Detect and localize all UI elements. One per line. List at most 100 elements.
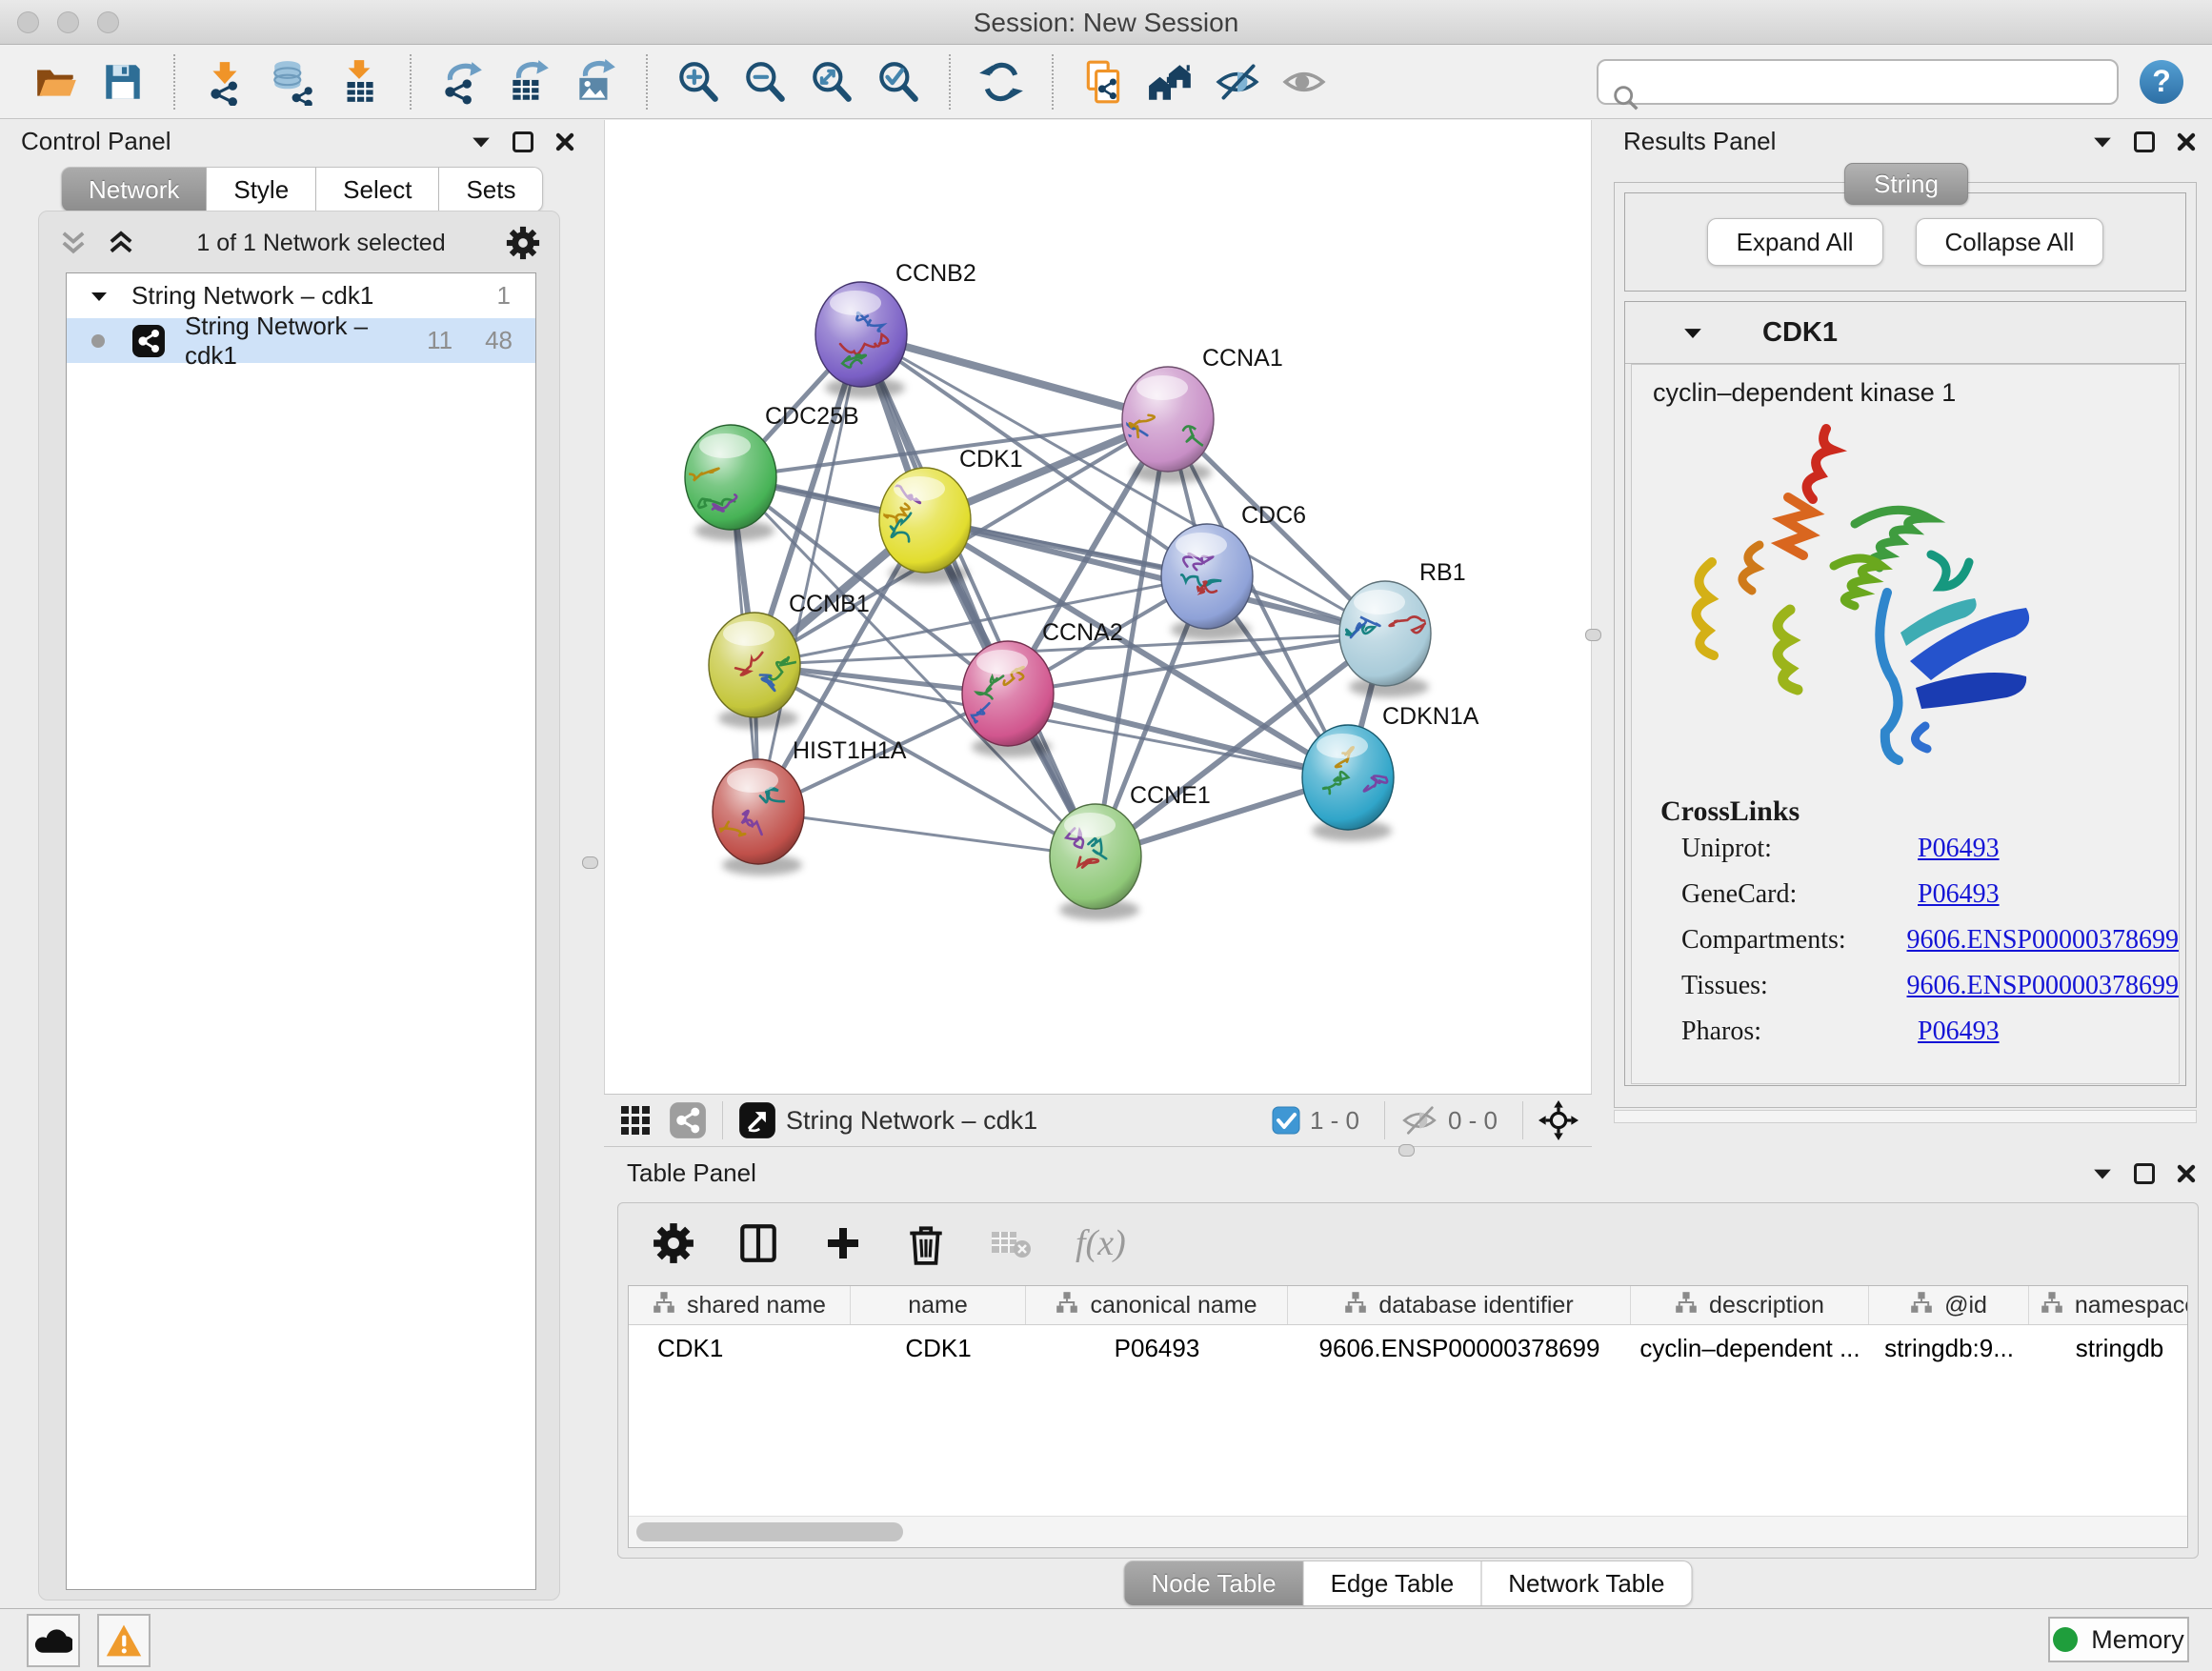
string-results-container: Expand All Collapse All CDK1 cyclin–depe… [1614, 182, 2197, 1108]
warnings-button[interactable] [97, 1614, 151, 1667]
column-header-namespace[interactable]: namespace [2029, 1286, 2188, 1324]
scrollbar-thumb[interactable] [636, 1522, 903, 1541]
hidden-eye-icon[interactable] [1400, 1104, 1438, 1137]
network-node-HIST1H1A[interactable]: HIST1H1A [713, 737, 907, 876]
show-hidden-button[interactable] [1278, 56, 1330, 108]
tree-expand-icon[interactable] [90, 289, 109, 304]
open-in-window-icon[interactable] [738, 1101, 776, 1139]
column-header-database-identifier[interactable]: database identifier [1288, 1286, 1631, 1324]
table-options-gear-icon[interactable] [653, 1222, 694, 1264]
import-network-database-button[interactable] [267, 56, 318, 108]
show-all-networks-button[interactable] [1145, 56, 1196, 108]
left-splitter-handle[interactable] [582, 856, 598, 869]
close-panel-icon[interactable] [554, 131, 575, 152]
apply-layout-button[interactable] [975, 56, 1027, 108]
table-cell[interactable]: CDK1 [629, 1334, 851, 1363]
tab-network-table[interactable]: Network Table [1481, 1560, 1692, 1606]
close-panel-icon[interactable] [2176, 1163, 2197, 1184]
crosslink-link[interactable]: P06493 [1918, 879, 2000, 910]
tab-edge-table[interactable]: Edge Table [1304, 1560, 1482, 1606]
collapse-all-button[interactable]: Collapse All [1916, 218, 2104, 266]
panel-menu-icon[interactable] [2092, 134, 2113, 150]
table-cell[interactable]: cyclin–dependent ... [1631, 1334, 1869, 1363]
show-columns-icon[interactable] [736, 1221, 780, 1265]
tab-sets[interactable]: Sets [439, 167, 543, 212]
pan-crosshair-icon[interactable] [1538, 1100, 1579, 1140]
save-session-button[interactable] [97, 56, 149, 108]
network-node-CDC6[interactable]: CDC6 [1161, 502, 1306, 640]
zoom-in-button[interactable] [673, 56, 724, 108]
export-table-button[interactable] [503, 56, 554, 108]
column-header-description[interactable]: description [1631, 1286, 1869, 1324]
network-view-canvas[interactable]: CCNB2CCNA1CDC25BCDK1CDC6RB1CCNB1CCNA2CDK… [604, 120, 1592, 1094]
crosslink-link[interactable]: 9606.ENSP00000378699 [1907, 971, 2179, 1001]
network-options-gear-icon[interactable] [506, 226, 540, 260]
column-header--id[interactable]: @id [1869, 1286, 2029, 1324]
column-header-canonical-name[interactable]: canonical name [1026, 1286, 1288, 1324]
new-network-from-selection-button[interactable] [1078, 56, 1130, 108]
export-network-button[interactable] [436, 56, 488, 108]
crosslink-link[interactable]: P06493 [1918, 1017, 2000, 1047]
zoom-selected-button[interactable] [873, 56, 924, 108]
tab-network[interactable]: Network [61, 167, 207, 212]
table-hscrollbar[interactable] [629, 1516, 2187, 1547]
delete-table-icon[interactable] [988, 1224, 1034, 1262]
table-cell[interactable]: stringdb:9... [1869, 1334, 2029, 1363]
network-view-toolbar: String Network – cdk1 1 - 0 0 - 0 [604, 1094, 1592, 1147]
crosslink-label: Compartments: [1681, 925, 1907, 956]
selected-checkbox-icon[interactable] [1272, 1106, 1300, 1135]
table-cell[interactable]: 9606.ENSP00000378699 [1288, 1334, 1631, 1363]
import-table-file-button[interactable] [333, 56, 385, 108]
zoom-fit-button[interactable] [806, 56, 857, 108]
collapse-entry-icon[interactable] [1682, 325, 1703, 341]
column-label: database identifier [1378, 1292, 1573, 1319]
open-session-button[interactable] [30, 56, 82, 108]
search-input[interactable] [1597, 59, 2119, 105]
float-panel-icon[interactable] [2134, 1163, 2155, 1184]
tab-select[interactable]: Select [316, 167, 439, 212]
float-panel-icon[interactable] [2134, 131, 2155, 152]
table-cell[interactable]: stringdb [2029, 1334, 2188, 1363]
crosslink-link[interactable]: P06493 [1918, 834, 2000, 864]
tab-node-table[interactable]: Node Table [1124, 1560, 1304, 1606]
column-header-shared-name[interactable]: shared name [629, 1286, 851, 1324]
table-row[interactable]: CDK1CDK1P064939606.ENSP00000378699cyclin… [629, 1325, 2187, 1371]
open-folder-icon [32, 58, 80, 106]
table-cell[interactable]: CDK1 [851, 1334, 1026, 1363]
column-label: shared name [687, 1292, 826, 1319]
close-panel-icon[interactable] [2176, 131, 2197, 152]
expand-all-button[interactable]: Expand All [1707, 218, 1883, 266]
node-result-header[interactable]: CDK1 [1625, 302, 2185, 364]
network-node-CCNA1[interactable]: CCNA1 [1114, 345, 1283, 483]
network-thumbnail-icon[interactable] [669, 1101, 707, 1139]
results-scrollbar-track[interactable] [1614, 1110, 2197, 1123]
save-icon [99, 58, 147, 106]
collapse-all-icon[interactable] [58, 229, 89, 257]
network-node-CCNB2[interactable]: CCNB2 [815, 260, 976, 398]
panel-menu-icon[interactable] [2092, 1166, 2113, 1181]
network-node-RB1[interactable]: RB1 [1339, 559, 1466, 697]
tab-style[interactable]: Style [207, 167, 316, 212]
zoom-out-button[interactable] [739, 56, 791, 108]
float-panel-icon[interactable] [513, 131, 533, 152]
column-header-name[interactable]: name [851, 1286, 1026, 1324]
cloud-status-button[interactable] [27, 1614, 80, 1667]
tab-string[interactable]: String [1844, 163, 1968, 205]
create-column-plus-icon[interactable] [822, 1222, 864, 1264]
export-table-icon [505, 58, 553, 106]
network-row-selected[interactable]: String Network – cdk1 11 48 [67, 318, 535, 363]
expand-all-icon[interactable] [106, 229, 136, 257]
help-button[interactable]: ? [2140, 60, 2183, 104]
crosslink-link[interactable]: 9606.ENSP00000378699 [1907, 925, 2179, 956]
delete-column-trash-icon[interactable] [906, 1221, 946, 1265]
network-node-CCNE1[interactable]: CCNE1 [1050, 782, 1211, 920]
export-image-button[interactable] [570, 56, 621, 108]
import-network-file-button[interactable] [200, 56, 251, 108]
hide-selected-button[interactable] [1212, 56, 1263, 108]
panel-menu-icon[interactable] [471, 134, 492, 150]
table-cell[interactable]: P06493 [1026, 1334, 1288, 1363]
memory-button[interactable]: Memory [2048, 1617, 2189, 1662]
right-splitter-handle[interactable] [1585, 629, 1601, 641]
network-node-CDKN1A[interactable]: CDKN1A [1302, 703, 1479, 841]
grid-view-icon[interactable] [617, 1102, 654, 1138]
